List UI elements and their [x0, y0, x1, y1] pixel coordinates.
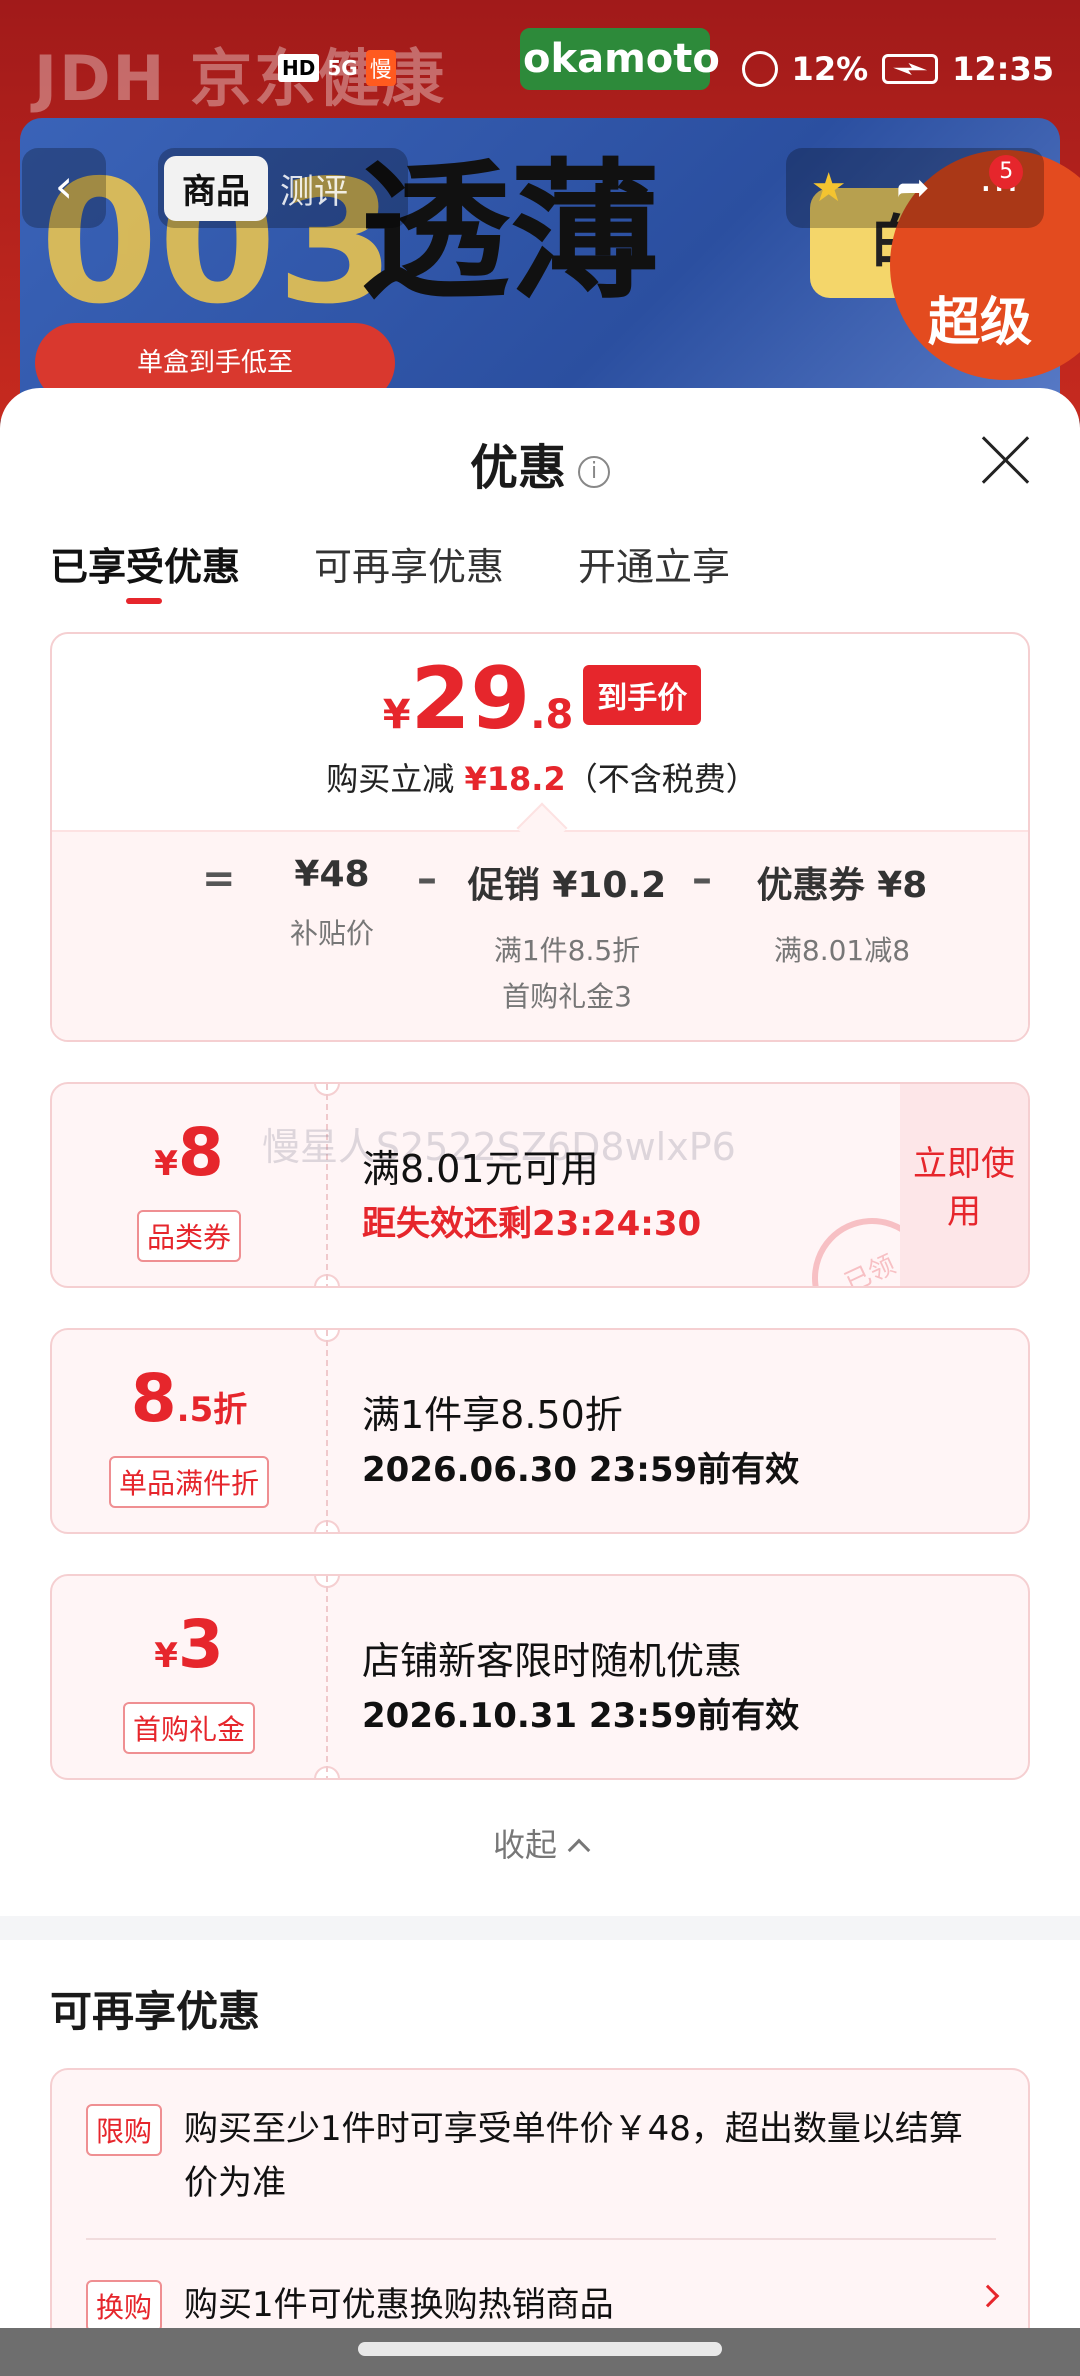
chevron-up-icon — [567, 1838, 591, 1862]
clock: 12:35 — [952, 50, 1054, 88]
share-icon[interactable]: ➦ — [896, 165, 930, 211]
hd-icon: HD — [278, 54, 320, 82]
discount-tabs: 已享受优惠 可再享优惠 开通立享 — [50, 536, 730, 604]
final-price: ¥29.8 到手价 — [52, 656, 1028, 742]
coupon-type-badge: 单品满件折 — [52, 1456, 326, 1508]
favorite-star-icon[interactable]: ★ — [811, 165, 847, 211]
message-badge: 5 — [989, 155, 1024, 189]
close-icon[interactable] — [980, 434, 1030, 484]
more-tag: 换购 — [86, 2280, 163, 2328]
battery-icon — [882, 54, 939, 84]
signal-icon: 5G — [327, 56, 358, 80]
coupon-condition: 满8.01元可用 — [362, 1147, 599, 1191]
more-text: 购买1件可优惠换购热销商品 — [184, 2285, 614, 2325]
equals-sign: = — [202, 856, 236, 902]
coupon-amount: 8.5折 — [130, 1360, 248, 1437]
collapse-button[interactable]: 收起 — [0, 1820, 1080, 1866]
section-divider — [0, 1916, 1080, 1940]
final-price-tag: 到手价 — [583, 665, 702, 725]
info-icon[interactable]: i — [578, 456, 610, 488]
coupon-first-purchase[interactable]: ¥3 首购礼金 店铺新客限时随机优惠 2026.10.31 23:59前有效 — [50, 1574, 1030, 1780]
base-price: ¥48 补贴价 — [289, 854, 374, 950]
discount-sheet: 优惠 i 已享受优惠 可再享优惠 开通立享 ¥29.8 到手价 购买立减 ¥18.2… — [0, 388, 1080, 2328]
more-text: 购买至少1件时可享受单件价￥48，超出数量以结算价为准 — [184, 2109, 963, 2203]
tab-enjoyed[interactable]: 已享受优惠 — [50, 536, 240, 604]
minus-sign-2: – — [692, 856, 712, 902]
coupon-deduction: 优惠券 ¥8 满8.01减8 — [756, 865, 928, 967]
tab-product[interactable]: 商品 — [164, 155, 268, 221]
coupon-amount: ¥3 — [154, 1606, 224, 1683]
more-discounts-card: 限购 购买至少1件时可享受单件价￥48，超出数量以结算价为准 换购 购买1件可优… — [50, 2068, 1030, 2328]
chevron-left-icon: ‹ — [54, 159, 74, 213]
app-notification-icon: 慢 — [365, 50, 396, 86]
coupon-discount[interactable]: 8.5折 单品满件折 满1件享8.50折 2026.06.30 23:59前有效 — [50, 1328, 1030, 1534]
more-icon[interactable]: ⋯ 5 — [979, 155, 1024, 211]
tab-open-now[interactable]: 开通立享 — [578, 536, 730, 591]
status-bar: HD 5G 慢 12% 12:35 — [0, 40, 1080, 104]
price-breakdown: = ¥48 补贴价 – 促销 ¥10.2 满1件8.5折 首购礼金3 – 优惠券 … — [52, 830, 1028, 1040]
back-button[interactable]: ‹ — [22, 148, 106, 228]
coupon-countdown: 距失效还剩23:24:30 — [362, 1204, 702, 1244]
coupon-condition: 满1件享8.50折 — [362, 1393, 623, 1437]
sheet-title: 优惠 i — [0, 428, 1080, 498]
alarm-icon — [741, 51, 778, 87]
use-now-button[interactable]: 立即使用 — [900, 1084, 1028, 1286]
coupon-category[interactable]: ¥8 品类券 慢星人S2522SZ6D8wlxP6 满8.01元可用 距失效还剩… — [50, 1082, 1030, 1288]
more-tag: 限购 — [86, 2104, 163, 2156]
coupon-condition: 店铺新客限时随机优惠 — [362, 1639, 743, 1683]
top-actions: ★ ➦ ⋯ 5 — [786, 148, 1044, 228]
coupon-type-badge: 首购礼金 — [52, 1702, 326, 1754]
home-gesture-bar[interactable] — [358, 2342, 722, 2356]
tab-more-discounts[interactable]: 可再享优惠 — [314, 536, 504, 591]
section-title-more: 可再享优惠 — [50, 1987, 261, 2036]
product-nav-tabs: 商品 测评 — [158, 148, 408, 228]
coupon-type-badge: 品类券 — [52, 1210, 326, 1262]
system-nav-bar — [0, 2328, 1080, 2376]
coupon-expiry: 2026.06.30 23:59前有效 — [362, 1450, 800, 1490]
coupon-expiry: 2026.10.31 23:59前有效 — [362, 1696, 800, 1736]
tab-review[interactable]: 测评 — [280, 164, 348, 213]
promo-deduction: 促销 ¥10.2 满1件8.5折 首购礼金3 — [467, 865, 667, 1013]
final-price-card: ¥29.8 到手价 购买立减 ¥18.2（不含税费） = ¥48 补贴价 – 促销… — [50, 632, 1030, 1042]
minus-sign: – — [417, 856, 437, 902]
savings-line: 购买立减 ¥18.2（不含税费） — [326, 760, 758, 798]
battery-percent: 12% — [791, 50, 869, 88]
